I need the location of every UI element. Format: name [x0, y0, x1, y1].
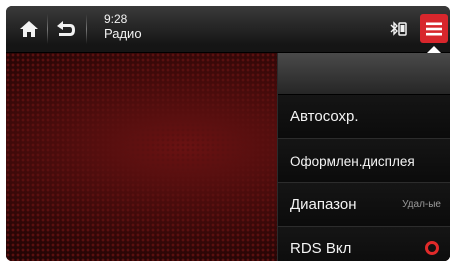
menu-item-label: Диапазон	[290, 196, 357, 213]
menu-item-display-style[interactable]: Оформлен.дисплея	[278, 139, 450, 183]
menu-item-autostore[interactable]: Автосохр.	[278, 95, 450, 139]
menu-item-rds[interactable]: RDS Вкл	[278, 227, 450, 261]
menu-header	[278, 53, 450, 95]
menu-item-value: Удал-ые	[402, 199, 441, 210]
audio-source-label: Радио	[104, 26, 142, 41]
back-icon	[57, 21, 75, 36]
clock: 9:28	[104, 12, 128, 26]
menu-item-label: Автосохр.	[290, 108, 359, 125]
divider	[86, 14, 87, 44]
back-button[interactable]	[51, 15, 81, 43]
menu-item-label: Оформлен.дисплея	[290, 154, 415, 169]
divider	[47, 14, 48, 44]
rds-toggle-indicator[interactable]	[425, 241, 439, 255]
menu-item-label: RDS Вкл	[290, 240, 352, 257]
head-unit-screen: 9:28 Радио Автосохр. Оформлен.дисплея Ди…	[6, 6, 450, 261]
menu-item-range[interactable]: Диапазон Удал-ые	[278, 183, 450, 227]
home-button[interactable]	[14, 15, 44, 43]
options-menu: Автосохр. Оформлен.дисплея Диапазон Удал…	[277, 53, 450, 261]
bluetooth-phone-icon	[390, 21, 407, 36]
home-icon	[20, 21, 38, 37]
bluetooth-phone-button[interactable]	[386, 15, 410, 43]
menu-icon	[426, 22, 442, 35]
menu-pointer	[427, 46, 441, 53]
menu-button[interactable]	[420, 14, 448, 43]
top-bar: 9:28 Радио	[6, 6, 450, 53]
